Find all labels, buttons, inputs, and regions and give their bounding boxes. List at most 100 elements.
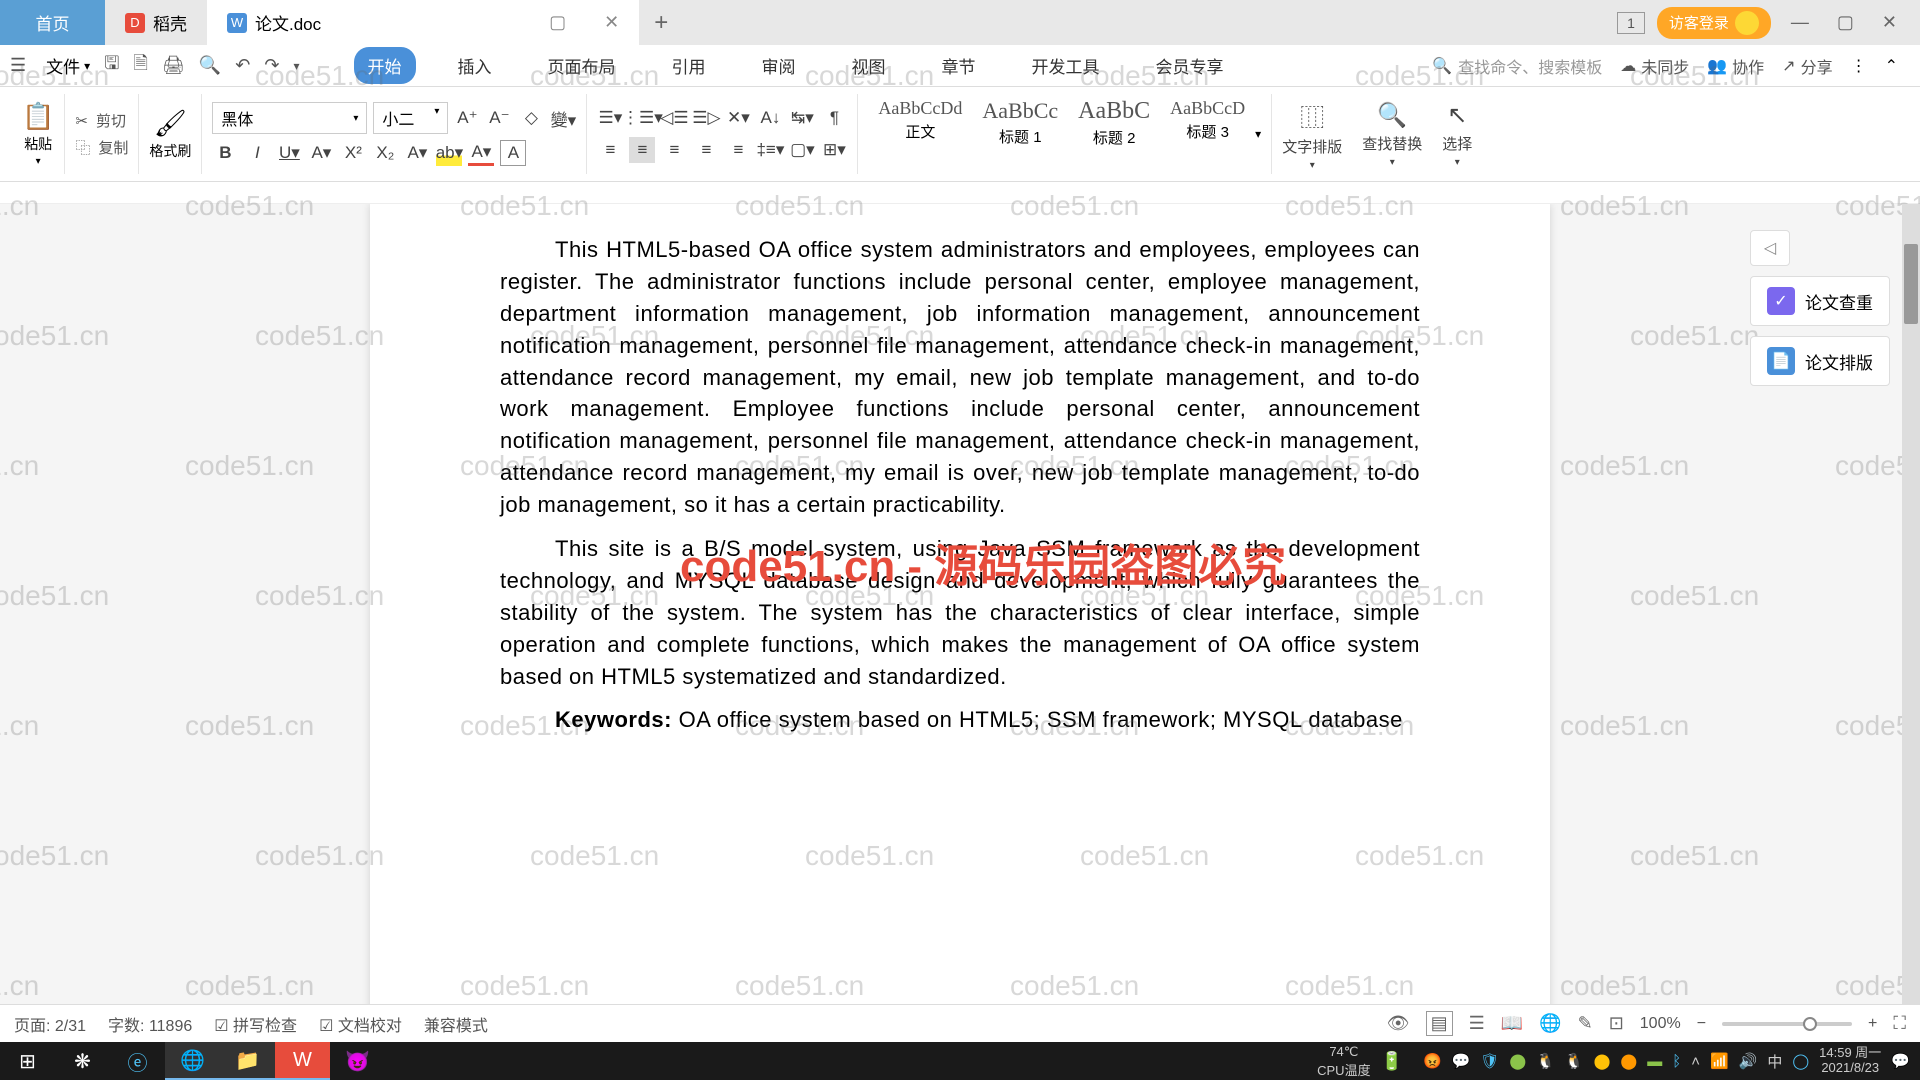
text-direction-button[interactable]: ✕▾ [725, 105, 751, 131]
fit-width-icon[interactable]: ⊡ [1609, 1013, 1624, 1034]
login-button[interactable]: 访客登录 [1657, 7, 1771, 39]
zoom-level[interactable]: 100% [1640, 1015, 1681, 1033]
menu-tab-reference[interactable]: 引用 [658, 47, 720, 84]
tab-close-icon[interactable]: ✕ [604, 12, 619, 33]
style-h2[interactable]: AaBbC标题 2 [1068, 94, 1160, 174]
menu-tab-start[interactable]: 开始 [354, 47, 416, 84]
paper-layout-button[interactable]: 📄 论文排版 [1750, 336, 1890, 386]
strikethrough-button[interactable]: A▾ [308, 140, 334, 166]
sync-status[interactable]: ☁未同步 [1620, 54, 1689, 78]
italic-button[interactable]: I [244, 140, 270, 166]
save-icon[interactable]: 🖫 [104, 51, 119, 81]
tab-count-badge[interactable]: 1 [1617, 12, 1645, 34]
wifi-icon[interactable]: 📶 [1710, 1052, 1729, 1070]
align-justify-button[interactable]: ≡ [693, 137, 719, 163]
redo-icon[interactable]: ↷ [264, 55, 279, 76]
scrollbar-thumb[interactable] [1904, 244, 1918, 324]
chevron-up-icon[interactable]: ˄ [1691, 1053, 1700, 1070]
bold-button[interactable]: B [212, 140, 238, 166]
distribute-button[interactable]: ≡ [725, 137, 751, 163]
show-marks-button[interactable]: ¶ [821, 105, 847, 131]
style-h1[interactable]: AaBbCc标题 1 [972, 94, 1068, 174]
vertical-scrollbar[interactable] [1902, 204, 1920, 1022]
copy-button[interactable]: ⿻复制 [75, 137, 128, 158]
start-button[interactable]: ⊞ [0, 1042, 55, 1080]
read-view-icon[interactable]: 📖 [1501, 1013, 1523, 1034]
shading-button[interactable]: ▢▾ [789, 137, 815, 163]
tab-home[interactable]: 首页 [0, 0, 105, 45]
dropdown-icon[interactable]: ▾ [293, 59, 299, 73]
menu-tab-view[interactable]: 视图 [838, 47, 900, 84]
new-icon[interactable]: 🗎 [134, 51, 148, 81]
borders-button[interactable]: ⊞▾ [821, 137, 847, 163]
maximize-button[interactable]: ▢ [1829, 8, 1862, 37]
text-layout-button[interactable]: ⿲文字排版▾ [1282, 98, 1342, 171]
menu-tab-review[interactable]: 审阅 [748, 47, 810, 84]
eye-icon[interactable]: 👁 [1387, 1013, 1410, 1034]
underline-button[interactable]: U▾ [276, 140, 302, 166]
highlight-button[interactable]: ab▾ [436, 140, 462, 166]
increase-indent-button[interactable]: ☰▷ [693, 105, 719, 131]
collapse-icon[interactable]: ⌃ [1885, 56, 1898, 76]
zoom-slider[interactable] [1722, 1022, 1852, 1026]
bluetooth-icon[interactable]: ᛒ [1672, 1053, 1681, 1070]
subscript-button[interactable]: X₂ [372, 140, 398, 166]
font-family-select[interactable]: 黑体▾ [212, 102, 367, 134]
print-icon[interactable]: 🖨 [162, 55, 185, 76]
taskbar-app-2[interactable]: 😈 [330, 1042, 385, 1080]
new-tab-button[interactable]: + [639, 9, 683, 37]
phonetic-icon[interactable]: 變▾ [550, 105, 576, 131]
word-count[interactable]: 字数: 11896 [108, 1012, 192, 1036]
increase-font-icon[interactable]: A⁺ [454, 105, 480, 131]
clock[interactable]: 14:59 周一 2021/8/23 [1819, 1046, 1881, 1076]
zoom-out-button[interactable]: − [1697, 1015, 1706, 1033]
hamburger-icon[interactable]: ☰ [10, 55, 26, 76]
cortana-icon[interactable]: ◯ [1792, 1052, 1809, 1070]
share-button[interactable]: ↗分享 [1782, 54, 1832, 78]
taskbar-ie[interactable]: ⓔ [110, 1042, 165, 1080]
tray-icon-9[interactable]: ▬ [1647, 1053, 1662, 1070]
pen-icon[interactable]: ✎ [1578, 1013, 1593, 1034]
coop-button[interactable]: 👥协作 [1707, 54, 1764, 78]
menu-tab-insert[interactable]: 插入 [444, 47, 506, 84]
file-menu[interactable]: 文件 ▾ [46, 53, 90, 78]
char-border-button[interactable]: A [500, 140, 526, 166]
align-right-button[interactable]: ≡ [661, 137, 687, 163]
decrease-font-icon[interactable]: A⁻ [486, 105, 512, 131]
volume-icon[interactable]: 🔊 [1739, 1052, 1758, 1070]
menu-tab-chapter[interactable]: 章节 [928, 47, 990, 84]
taskbar-app-1[interactable]: ❋ [55, 1042, 110, 1080]
taskbar-browser[interactable]: 🌐 [165, 1042, 220, 1080]
bullets-button[interactable]: ☰▾ [597, 105, 623, 131]
tray-icon-2[interactable]: 💬 [1452, 1052, 1471, 1070]
menu-tab-vip[interactable]: 会员专享 [1142, 47, 1238, 84]
tabs-button[interactable]: ↹▾ [789, 105, 815, 131]
style-h3[interactable]: AaBbCcD标题 3 [1160, 94, 1255, 174]
menu-tab-dev[interactable]: 开发工具 [1018, 47, 1114, 84]
format-brush-button[interactable]: 🖌 格式刷 [149, 108, 191, 161]
line-spacing-button[interactable]: ‡≡▾ [757, 137, 783, 163]
preview-icon[interactable]: 🔍 [199, 55, 221, 76]
ime-indicator[interactable]: 中 [1767, 1051, 1782, 1072]
style-normal[interactable]: AaBbCcDd正文 [868, 94, 972, 174]
command-search[interactable]: 🔍 查找命令、搜索模板 [1432, 54, 1602, 78]
find-replace-button[interactable]: 🔍查找替换▾ [1362, 101, 1422, 168]
battery-icon[interactable]: 🔋 [1381, 1051, 1403, 1072]
align-center-button[interactable]: ≡ [629, 137, 655, 163]
menu-tab-layout[interactable]: 页面布局 [534, 47, 630, 84]
undo-icon[interactable]: ↶ [235, 55, 250, 76]
text-effect-button[interactable]: A▾ [404, 140, 430, 166]
page-view-icon[interactable]: ▤ [1426, 1011, 1453, 1036]
web-view-icon[interactable]: 🌐 [1539, 1013, 1561, 1034]
document-page[interactable]: This HTML5-based OA office system admini… [370, 204, 1550, 1022]
fullscreen-icon[interactable]: ⛶ [1893, 1013, 1906, 1034]
zoom-thumb[interactable] [1803, 1017, 1817, 1031]
tray-icon-7[interactable]: ⬤ [1594, 1052, 1611, 1070]
tray-icon-4[interactable]: ⬤ [1509, 1052, 1526, 1070]
cut-button[interactable]: ✂剪切 [75, 110, 128, 131]
zoom-in-button[interactable]: + [1868, 1015, 1877, 1033]
styles-more-icon[interactable]: ▾ [1255, 127, 1261, 141]
sort-button[interactable]: A↓ [757, 105, 783, 131]
tray-icon-5[interactable]: 🐧 [1536, 1052, 1555, 1070]
tab-restore-icon[interactable]: ▢ [549, 12, 566, 33]
